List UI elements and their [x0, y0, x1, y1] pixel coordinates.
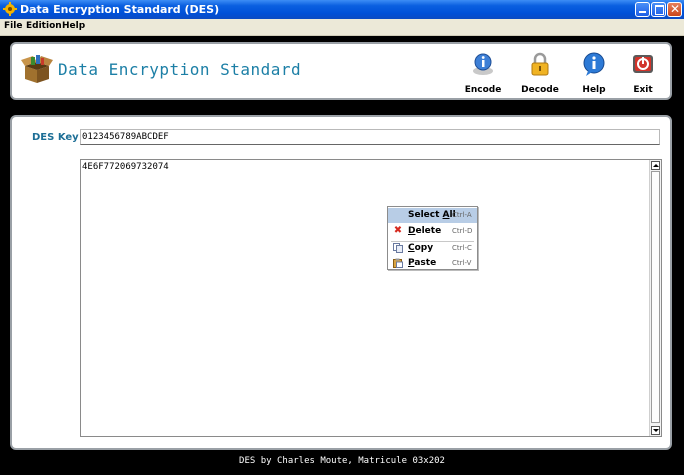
app-icon: [3, 2, 17, 16]
des-key-input[interactable]: 0123456789ABCDEF: [80, 129, 660, 145]
select-all-shortcut: Ctrl-A: [452, 211, 472, 219]
encode-label: Encode: [464, 85, 502, 95]
maximize-button[interactable]: [651, 2, 666, 17]
menu-file[interactable]: File: [4, 21, 22, 31]
info-lightbulb-icon: [473, 53, 493, 75]
app-title: Data Encryption Standard: [58, 60, 302, 79]
menu-item-delete[interactable]: ✖ Delete Ctrl-D: [388, 224, 477, 239]
scroll-up-button[interactable]: [651, 161, 660, 170]
status-footer: DES by Charles Moute, Matricule 03x202: [239, 456, 445, 466]
copy-shortcut: Ctrl-C: [452, 244, 472, 252]
vertical-scrollbar[interactable]: [649, 160, 661, 436]
content-panel: DES Key : 0123456789ABCDEF 4E6F772069732…: [10, 115, 672, 450]
text-area-content: 4E6F772069732074: [82, 162, 169, 172]
minimize-icon: [639, 11, 646, 13]
window-title: Data Encryption Standard (DES): [20, 3, 220, 16]
app-window: Data Encryption Standard (DES) ✕ File Ed…: [0, 0, 684, 475]
delete-shortcut: Ctrl-D: [452, 227, 473, 235]
menu-item-paste[interactable]: Paste Ctrl-V: [388, 256, 477, 271]
menu-item-copy[interactable]: Copy Ctrl-C: [388, 241, 477, 256]
scroll-down-button[interactable]: [651, 426, 660, 435]
red-x-icon: ✖: [393, 225, 403, 236]
context-menu: Select All Ctrl-A ✖ Delete Ctrl-D Copy C…: [387, 206, 478, 270]
paste-label: Paste: [408, 258, 437, 268]
exit-label: Exit: [633, 85, 653, 95]
delete-label: Delete: [408, 226, 442, 236]
open-box-icon: [21, 55, 53, 83]
help-info-icon: [583, 52, 605, 76]
menu-help[interactable]: Help: [62, 21, 85, 31]
paste-icon: [393, 258, 403, 268]
menu-bar: File Edition Help: [0, 19, 684, 36]
menu-item-select-all[interactable]: Select All Ctrl-A: [388, 208, 477, 223]
help-label: Help: [582, 85, 606, 95]
decode-label: Decode: [521, 85, 559, 95]
help-button[interactable]: Help: [572, 52, 616, 100]
copy-label: Copy: [408, 243, 434, 253]
exit-button[interactable]: Exit: [621, 52, 665, 100]
copy-icon: [393, 243, 403, 253]
menu-edition[interactable]: Edition: [26, 21, 62, 31]
encode-button[interactable]: Encode: [461, 52, 505, 100]
decode-button[interactable]: Decode: [518, 52, 562, 100]
scroll-thumb[interactable]: [651, 171, 660, 423]
select-all-label: Select All: [408, 210, 456, 220]
padlock-icon: [531, 52, 549, 76]
text-area[interactable]: 4E6F772069732074: [80, 159, 662, 437]
maximize-icon: [655, 5, 664, 15]
exit-icon: [633, 55, 653, 73]
close-button[interactable]: ✕: [667, 2, 682, 17]
close-icon: ✕: [670, 2, 681, 16]
des-key-label: DES Key :: [32, 132, 87, 143]
minimize-button[interactable]: [635, 2, 650, 17]
paste-shortcut: Ctrl-V: [452, 259, 472, 267]
header-panel: Data Encryption Standard Encode Decode H…: [10, 42, 672, 100]
title-bar[interactable]: Data Encryption Standard (DES) ✕: [0, 0, 684, 19]
